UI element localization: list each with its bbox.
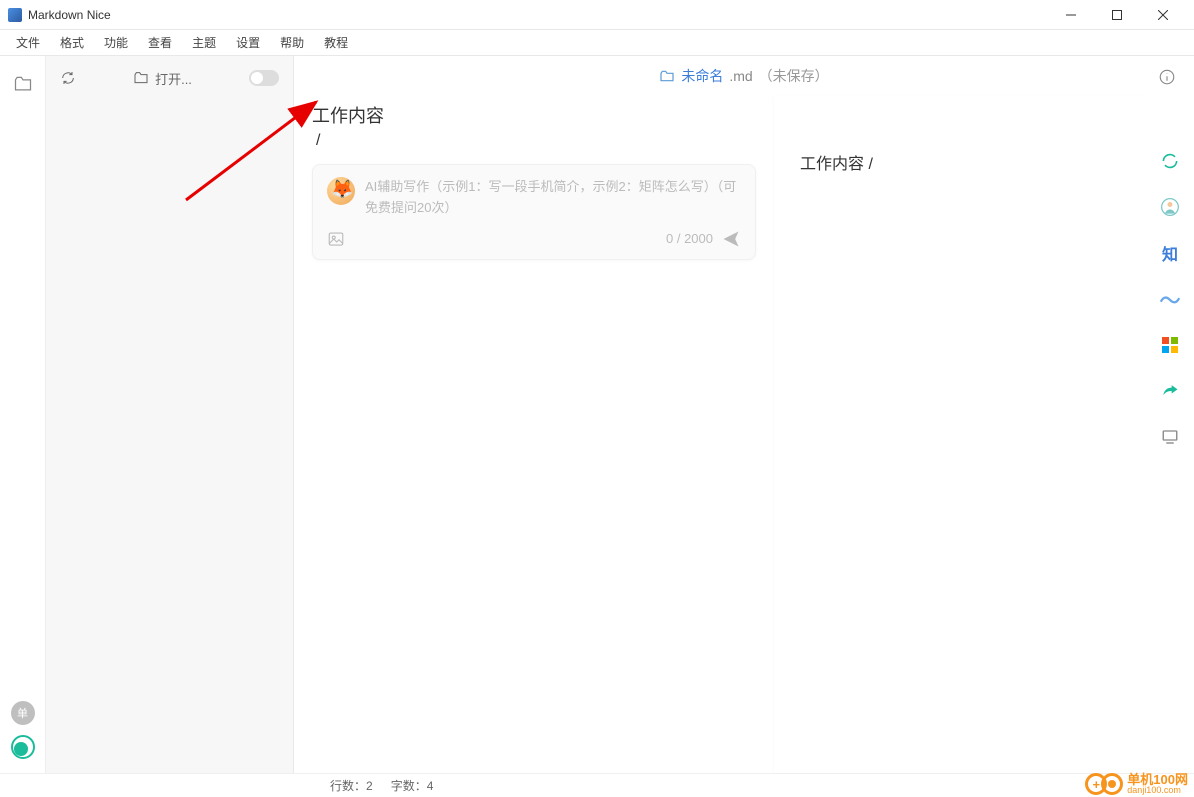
info-icon[interactable] (1158, 68, 1176, 86)
watermark-logo-icon (1085, 773, 1123, 795)
file-header: 未命名 .md （未保存） (294, 56, 1194, 96)
file-name: 未命名 (681, 66, 723, 86)
toggle-switch[interactable] (249, 70, 279, 86)
menu-function[interactable]: 功能 (94, 32, 138, 53)
ai-avatar-icon (327, 177, 355, 205)
titlebar: Markdown Nice (0, 0, 1194, 30)
menu-help[interactable]: 帮助 (270, 32, 314, 53)
image-icon[interactable] (327, 230, 345, 248)
avatar-icon[interactable] (1159, 196, 1181, 218)
right-rail: 知 (1146, 96, 1194, 773)
menu-format[interactable]: 格式 (50, 32, 94, 53)
sync-icon[interactable] (1159, 150, 1181, 172)
refresh-icon[interactable] (60, 70, 76, 86)
left-rail: 单 (0, 56, 46, 773)
file-status: （未保存） (759, 66, 829, 86)
content-area: 单 打开... 未命名 .md （未保存） 工作内容 / (0, 56, 1194, 773)
watermark-url: danji100.com (1127, 786, 1188, 795)
monitor-icon[interactable] (1159, 426, 1181, 448)
editor-pane: 未命名 .md （未保存） 工作内容 / AI辅助写作（示例1：写一段手机简介，示… (294, 56, 1194, 773)
app-title: Markdown Nice (28, 8, 1048, 22)
app-icon (8, 8, 22, 22)
editor-heading: 工作内容 (312, 102, 756, 128)
folder-icon[interactable] (13, 74, 33, 94)
sidebar: 打开... (46, 56, 294, 773)
minimize-button[interactable] (1048, 0, 1094, 30)
statusbar: 行数：2 字数：4 (0, 773, 1194, 797)
maximize-button[interactable] (1094, 0, 1140, 30)
editor-body: 工作内容 / AI辅助写作（示例1：写一段手机简介，示例2：矩阵怎么写）（可免费… (294, 96, 1194, 773)
window-controls (1048, 0, 1186, 30)
share-icon[interactable] (1159, 380, 1181, 402)
send-icon[interactable] (721, 229, 741, 249)
menu-settings[interactable]: 设置 (226, 32, 270, 53)
menubar: 文件 格式 功能 查看 主题 设置 帮助 教程 (0, 30, 1194, 56)
zhihu-icon[interactable]: 知 (1159, 242, 1181, 264)
open-button[interactable]: 打开... (133, 69, 192, 88)
watermark: 单机100网 danji100.com (1085, 773, 1188, 795)
file-folder-icon (659, 68, 675, 84)
menu-file[interactable]: 文件 (6, 32, 50, 53)
preview-text: 工作内容 / (800, 150, 1120, 174)
badge-status[interactable] (11, 735, 35, 759)
sidebar-toolbar: 打开... (46, 56, 293, 100)
preview-column: 工作内容 / (774, 96, 1146, 773)
wave-icon[interactable] (1159, 288, 1181, 310)
editor-cursor-line: / (316, 132, 756, 150)
close-button[interactable] (1140, 0, 1186, 30)
open-label: 打开... (155, 69, 192, 88)
editor-column[interactable]: 工作内容 / AI辅助写作（示例1：写一段手机简介，示例2：矩阵怎么写）（可免费… (294, 96, 774, 773)
status-lines: 行数：2 (330, 777, 373, 794)
ai-input-box: AI辅助写作（示例1：写一段手机简介，示例2：矩阵怎么写）（可免费提问20次） … (312, 164, 756, 260)
file-ext: .md (729, 68, 752, 84)
menu-tutorial[interactable]: 教程 (314, 32, 358, 53)
microsoft-icon[interactable] (1159, 334, 1181, 356)
status-chars: 字数：4 (391, 777, 434, 794)
char-counter: 0 / 2000 (666, 231, 713, 246)
menu-view[interactable]: 查看 (138, 32, 182, 53)
badge-dan[interactable]: 单 (11, 701, 35, 725)
open-folder-icon (133, 70, 149, 86)
ai-placeholder[interactable]: AI辅助写作（示例1：写一段手机简介，示例2：矩阵怎么写）（可免费提问20次） (365, 177, 741, 219)
menu-theme[interactable]: 主题 (182, 32, 226, 53)
